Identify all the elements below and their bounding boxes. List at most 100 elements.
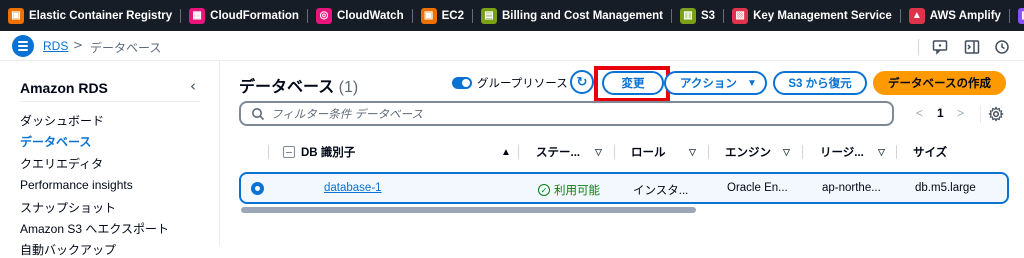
filter-search-input[interactable]: フィルター条件 データベース bbox=[239, 101, 894, 126]
expand-all-checkbox[interactable] bbox=[283, 146, 295, 158]
favorite-label: Elastic Container Registry bbox=[29, 9, 173, 22]
favorite-label: AWS Amplify bbox=[929, 9, 1001, 22]
column-label: リージ... bbox=[820, 147, 864, 159]
favorite-divider bbox=[411, 8, 413, 23]
search-placeholder: フィルター条件 データベース bbox=[271, 108, 423, 121]
favorite-ecr[interactable]: ▣ Elastic Container Registry bbox=[8, 0, 187, 31]
horizontal-scrollbar[interactable] bbox=[239, 207, 1009, 214]
favorite-divider bbox=[899, 8, 901, 23]
column-header-engine[interactable]: エンジン bbox=[725, 139, 771, 165]
actions-button[interactable]: アクション ▼ bbox=[664, 71, 767, 95]
caret-down-icon: ▼ bbox=[746, 77, 757, 89]
region-cell: ap-northe... bbox=[822, 182, 881, 194]
cloudformation-icon: ▦ bbox=[189, 7, 206, 24]
db-identifier-link[interactable]: database-1 bbox=[324, 182, 382, 194]
filter-caret-icon[interactable]: ▽ bbox=[689, 139, 696, 165]
page-title-text: データベース bbox=[239, 79, 335, 96]
column-header-status[interactable]: ステー... bbox=[536, 139, 580, 165]
favorite-label: CloudWatch bbox=[336, 9, 404, 22]
column-divider bbox=[614, 145, 615, 159]
sidebar-item[interactable]: スナップショット bbox=[20, 199, 116, 216]
scrollbar-thumb[interactable] bbox=[241, 207, 696, 213]
favorite-billing[interactable]: ▤ Billing and Cost Management bbox=[480, 0, 678, 31]
sidebar-item[interactable]: クエリエディタ bbox=[20, 155, 103, 172]
favorite-vpc[interactable]: ▩VPC bbox=[1017, 0, 1024, 31]
favorite-divider bbox=[306, 8, 308, 23]
amplify-icon: ▲ bbox=[908, 7, 925, 24]
sidebar-collapse-icon[interactable]: ‹ bbox=[190, 77, 196, 95]
ec2-icon: ▣ bbox=[420, 7, 437, 24]
favorite-label: EC2 bbox=[441, 9, 464, 22]
sidebar-item[interactable]: Performance insights bbox=[20, 178, 133, 192]
cloudwatch-icon: ◎ bbox=[315, 7, 332, 24]
sidebar-item[interactable]: ダッシュボード bbox=[20, 112, 104, 129]
sidebar-divider bbox=[20, 101, 200, 102]
filter-caret-icon[interactable]: ▽ bbox=[878, 139, 885, 165]
breadcrumb-root-link[interactable]: RDS bbox=[43, 39, 68, 53]
status-badge: ✓ 利用可能 bbox=[538, 182, 600, 198]
group-resources-toggle[interactable] bbox=[452, 77, 472, 89]
filter-caret-icon[interactable]: ▽ bbox=[595, 139, 602, 165]
create-database-button[interactable]: データベースの作成 bbox=[873, 71, 1006, 95]
favorite-cloudwatch[interactable]: ◎ CloudWatch bbox=[315, 0, 419, 31]
sidebar-title: Amazon RDS bbox=[20, 80, 108, 96]
panel-toggle-icon[interactable] bbox=[964, 39, 980, 55]
prev-page-icon[interactable]: < bbox=[916, 106, 923, 120]
gear-icon[interactable] bbox=[988, 106, 1004, 122]
column-divider bbox=[708, 145, 709, 159]
favorite-s3[interactable]: ▥ S3 bbox=[680, 0, 730, 31]
sidebar: Amazon RDS ‹ ダッシュボード データベース クエリエディタ Perform… bbox=[0, 61, 220, 257]
toolbar-divider bbox=[918, 39, 919, 55]
highlight-box bbox=[594, 66, 670, 102]
kms-icon: ▧ bbox=[732, 7, 749, 24]
search-icon bbox=[252, 107, 265, 120]
next-page-icon[interactable]: > bbox=[957, 106, 964, 120]
role-cell: インスタ... bbox=[633, 185, 689, 197]
column-header-region[interactable]: リージ... bbox=[820, 139, 864, 165]
table-row[interactable]: database-1 ✓ 利用可能 インスタ... Oracle En... a… bbox=[239, 172, 1009, 204]
favorite-amplify[interactable]: ▲ AWS Amplify bbox=[908, 0, 1016, 31]
column-divider bbox=[802, 145, 803, 159]
pagination-divider bbox=[980, 105, 981, 123]
column-header-db-identifier[interactable]: DB 識別子 bbox=[301, 139, 355, 165]
column-label: サイズ bbox=[913, 147, 948, 159]
feedback-icon[interactable] bbox=[932, 39, 948, 55]
size-cell: db.m5.large bbox=[915, 182, 976, 194]
favorite-cloudformation[interactable]: ▦ CloudFormation bbox=[189, 0, 314, 31]
favorites-bar: ▣ Elastic Container Registry ▦ CloudFormati… bbox=[0, 0, 1024, 31]
favorite-divider bbox=[180, 8, 182, 23]
row-radio-selected[interactable] bbox=[251, 182, 264, 195]
sort-ascending-icon[interactable]: ▲ bbox=[501, 139, 511, 165]
ecr-icon: ▣ bbox=[8, 7, 24, 24]
favorite-divider bbox=[671, 8, 672, 23]
actions-label: アクション bbox=[680, 78, 737, 90]
filter-caret-icon[interactable]: ▽ bbox=[783, 139, 790, 165]
hamburger-menu-icon[interactable] bbox=[12, 35, 34, 57]
column-header-size[interactable]: サイズ bbox=[913, 139, 947, 165]
favorite-divider bbox=[1008, 8, 1010, 23]
favorite-divider bbox=[471, 8, 473, 23]
sidebar-item[interactable]: データベース bbox=[20, 133, 91, 150]
column-label: DB 識別子 bbox=[301, 147, 356, 159]
refresh-icon[interactable]: ↻ bbox=[570, 70, 594, 94]
current-page-number[interactable]: 1 bbox=[937, 106, 944, 120]
favorite-label: CloudFormation bbox=[210, 9, 299, 22]
database-count: (1) bbox=[338, 79, 359, 96]
sidebar-item[interactable]: 自動バックアップ bbox=[20, 241, 116, 258]
column-header-role[interactable]: ロール bbox=[631, 139, 666, 165]
favorite-label: S3 bbox=[701, 9, 716, 22]
breadcrumb-current: データベース bbox=[90, 41, 162, 55]
favorite-divider bbox=[723, 8, 725, 23]
favorite-ec2[interactable]: ▣ EC2 bbox=[420, 0, 479, 31]
clock-icon[interactable] bbox=[994, 39, 1010, 55]
s3-icon: ▥ bbox=[680, 7, 696, 24]
favorite-kms[interactable]: ▧ Key Management Service bbox=[732, 0, 907, 31]
breadcrumb-separator: > bbox=[73, 38, 84, 52]
vpc-icon: ▩ bbox=[1017, 7, 1024, 24]
sidebar-item[interactable]: Amazon S3 へエクスポート bbox=[20, 220, 169, 237]
column-divider bbox=[518, 145, 519, 159]
billing-icon: ▤ bbox=[480, 7, 497, 24]
column-divider bbox=[268, 145, 269, 159]
restore-from-s3-button[interactable]: S3 から復元 bbox=[773, 71, 867, 95]
breadcrumb-bar: RDS > データベース bbox=[0, 31, 1024, 61]
